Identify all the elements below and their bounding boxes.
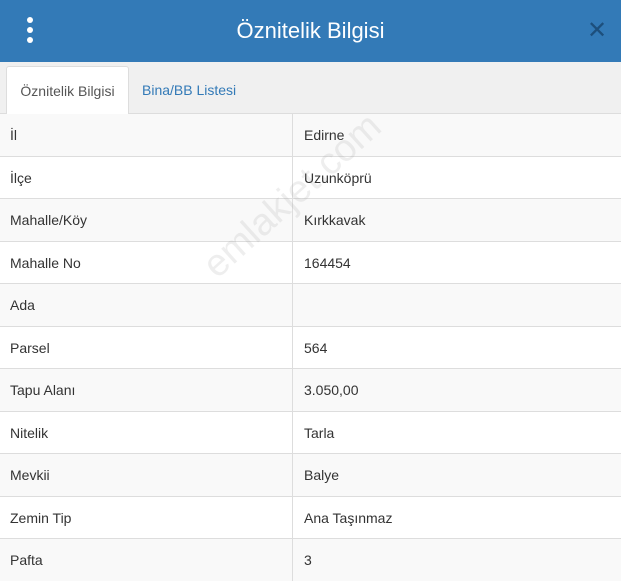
row-value: 3 bbox=[304, 552, 312, 568]
row-key: Parsel bbox=[0, 326, 293, 368]
row-key: İlçe bbox=[0, 156, 293, 198]
row-value: Uzunköprü bbox=[304, 169, 372, 186]
tab-bina-bb-listesi[interactable]: Bina/BB Listesi bbox=[132, 66, 246, 115]
table-row: Nitelik Tarla bbox=[0, 411, 621, 454]
table-row: Mahalle/Köy Kırkkavak bbox=[0, 199, 621, 242]
row-key: Mevkii bbox=[0, 454, 293, 496]
row-value: 3.050,00 bbox=[304, 382, 359, 398]
table-row: Mahalle No 164454 bbox=[0, 241, 621, 284]
row-key: Ada bbox=[0, 284, 293, 326]
table-row: Pafta 3 bbox=[0, 539, 621, 581]
tab-bar: Öznitelik Bilgisi Bina/BB Listesi bbox=[0, 62, 621, 115]
menu-dot bbox=[27, 27, 33, 33]
row-key: Pafta bbox=[0, 539, 293, 581]
tab-oznitelik-bilgisi[interactable]: Öznitelik Bilgisi bbox=[6, 66, 129, 115]
row-value: Kırkkavak bbox=[304, 212, 366, 228]
modal-title: Öznitelik Bilgisi bbox=[236, 18, 385, 43]
table-row: Parsel 564 bbox=[0, 326, 621, 369]
table-row: Ada bbox=[0, 284, 621, 327]
row-value: Ana Taşınmaz bbox=[304, 509, 393, 526]
row-key: Zemin Tip bbox=[0, 496, 293, 538]
row-value: 564 bbox=[304, 339, 328, 356]
row-key: Mahalle No bbox=[0, 241, 293, 283]
table-row: İl Edirne bbox=[0, 114, 621, 157]
row-key: Nitelik bbox=[0, 411, 293, 453]
menu-dot bbox=[27, 37, 33, 43]
row-key: Tapu Alanı bbox=[0, 369, 293, 411]
table-row: Zemin Tip Ana Taşınmaz bbox=[0, 496, 621, 539]
table-row: İlçe Uzunköprü bbox=[0, 156, 621, 199]
row-value: Tarla bbox=[304, 424, 335, 441]
table-row: Mevkii Balye bbox=[0, 454, 621, 497]
close-icon[interactable]: ✕ bbox=[587, 17, 607, 43]
modal-header: Öznitelik Bilgisi ✕ bbox=[0, 0, 621, 62]
row-key: Mahalle/Köy bbox=[0, 199, 293, 241]
vertical-dots-icon[interactable] bbox=[22, 17, 38, 43]
row-value: 164454 bbox=[304, 254, 351, 271]
row-value: Edirne bbox=[304, 127, 345, 143]
row-value bbox=[293, 284, 304, 326]
row-value: Balye bbox=[304, 467, 340, 483]
row-key: İl bbox=[0, 114, 293, 156]
table-row: Tapu Alanı 3.050,00 bbox=[0, 369, 621, 412]
attribute-table: İl Edirne İlçe Uzunköprü Mahalle/Köy Kır… bbox=[0, 114, 621, 581]
menu-dot bbox=[27, 17, 33, 23]
